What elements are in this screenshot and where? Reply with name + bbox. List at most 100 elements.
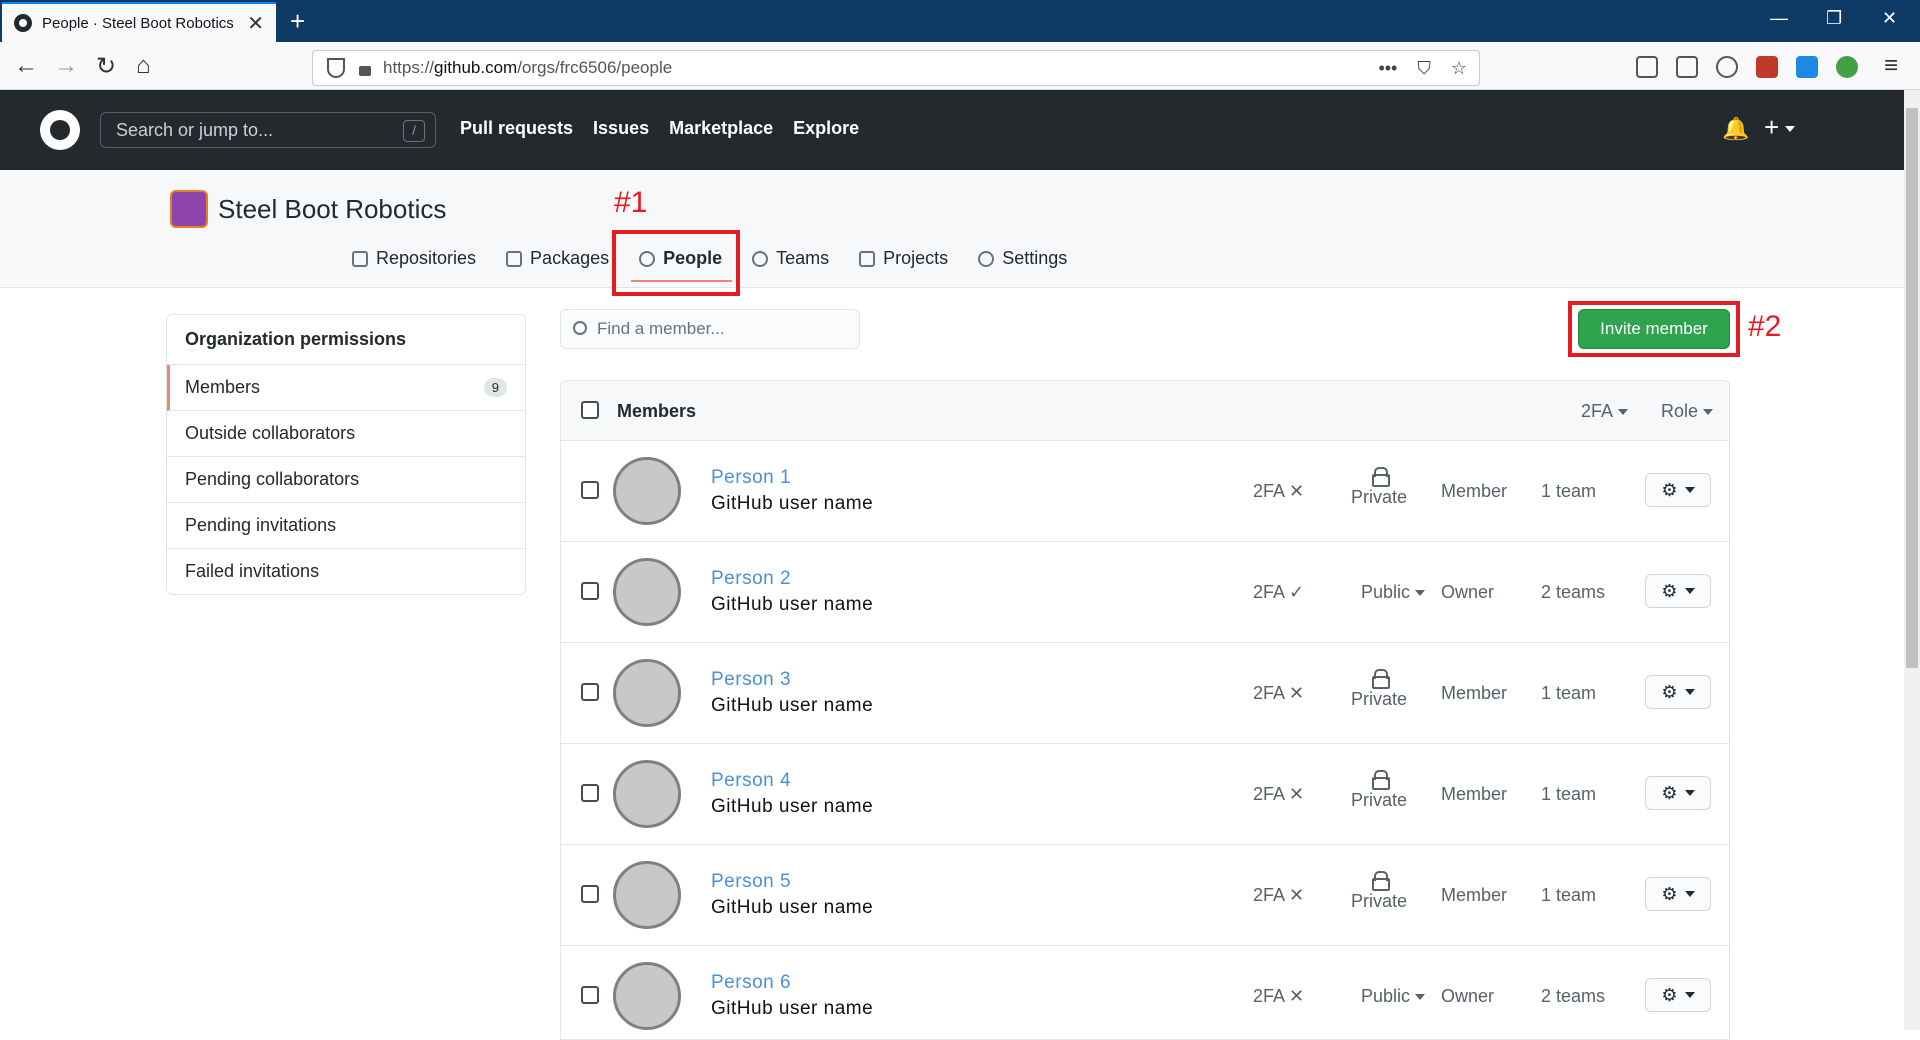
back-icon[interactable]: ← (14, 52, 38, 80)
nav-pull-requests[interactable]: Pull requests (460, 118, 573, 139)
tab-repositories[interactable]: Repositories (352, 248, 476, 269)
browser-tab[interactable]: People · Steel Boot Robotics ✕ (2, 2, 276, 42)
invite-member-button[interactable]: Invite member (1578, 309, 1730, 349)
row-checkbox[interactable] (581, 481, 599, 499)
tab-packages[interactable]: Packages (506, 248, 609, 269)
find-member-input[interactable]: Find a member... (560, 309, 860, 349)
member-name-link[interactable]: Person 1 (711, 467, 791, 489)
member-settings-button[interactable]: ⚙ (1645, 776, 1711, 810)
chevron-down-icon (1684, 689, 1695, 695)
search-placeholder: Search or jump to... (116, 120, 274, 140)
member-settings-button[interactable]: ⚙ (1645, 877, 1711, 911)
org-avatar[interactable] (170, 190, 208, 228)
row-checkbox[interactable] (581, 885, 599, 903)
create-new-button[interactable]: + (1764, 112, 1796, 143)
avatar[interactable] (613, 457, 681, 525)
minimize-window-icon[interactable]: — (1770, 8, 1788, 29)
pocket-icon[interactable]: ⛉ (1417, 58, 1431, 79)
sidebar-item-pending-collaborators[interactable]: Pending collaborators (167, 457, 525, 503)
restore-window-icon[interactable]: ❐ (1826, 8, 1842, 29)
repo-icon (352, 250, 368, 267)
sidebar-item-failed-invitations[interactable]: Failed invitations (167, 549, 525, 594)
row-checkbox[interactable] (581, 582, 599, 600)
scrollbar-thumb[interactable] (1906, 108, 1918, 668)
visibility-status: Private (1343, 669, 1415, 710)
sidebar-item-label: Pending collaborators (185, 469, 360, 489)
tab-teams[interactable]: Teams (752, 248, 829, 269)
member-settings-button[interactable]: ⚙ (1645, 574, 1711, 608)
member-settings-button[interactable]: ⚙ (1645, 978, 1711, 1012)
avatar[interactable] (613, 558, 681, 626)
avatar[interactable] (613, 659, 681, 727)
member-settings-button[interactable]: ⚙ (1645, 473, 1711, 507)
member-teams[interactable]: 1 team (1541, 481, 1596, 502)
sidebar-item-pending-invitations[interactable]: Pending invitations (167, 503, 525, 549)
extension-s-icon[interactable] (1796, 56, 1818, 78)
role-filter-label: Role (1661, 401, 1699, 421)
sidebar-icon[interactable] (1676, 56, 1698, 78)
member-name-link[interactable]: Person 3 (711, 669, 791, 691)
row-checkbox[interactable] (581, 986, 599, 1004)
lock-icon[interactable] (359, 66, 371, 76)
reload-icon[interactable]: ↻ (96, 52, 116, 81)
chevron-down-icon (1684, 891, 1695, 897)
avatar[interactable] (613, 760, 681, 828)
tab-projects[interactable]: Projects (859, 248, 948, 269)
close-window-icon[interactable]: ✕ (1882, 8, 1897, 29)
avatar[interactable] (613, 861, 681, 929)
nav-explore[interactable]: Explore (793, 118, 859, 139)
avatar[interactable] (613, 962, 681, 1030)
github-logo-icon[interactable] (40, 110, 80, 150)
new-tab-button[interactable]: + (290, 6, 305, 37)
row-checkbox[interactable] (581, 784, 599, 802)
tracking-shield-icon[interactable] (327, 58, 345, 78)
gear-icon: ⚙ (1661, 681, 1678, 702)
member-teams[interactable]: 2 teams (1541, 582, 1605, 603)
member-name-link[interactable]: Person 5 (711, 871, 791, 893)
menu-icon[interactable]: ≡ (1884, 52, 1898, 80)
member-teams[interactable]: 1 team (1541, 683, 1596, 704)
tab-close-icon[interactable]: ✕ (247, 11, 264, 36)
members-table-header: Members 2FA Role (561, 381, 1729, 441)
extension-icon[interactable] (1756, 56, 1778, 78)
sidebar-item-outside-collaborators[interactable]: Outside collaborators (167, 411, 525, 457)
org-permissions-sidebar: Organization permissions Members 9 Outsi… (166, 314, 526, 595)
sidebar-heading: Organization permissions (167, 315, 525, 365)
tab-label: Projects (883, 248, 949, 268)
member-teams[interactable]: 1 team (1541, 784, 1596, 805)
nav-marketplace[interactable]: Marketplace (669, 118, 773, 139)
member-name-link[interactable]: Person 2 (711, 568, 791, 590)
member-teams[interactable]: 1 team (1541, 885, 1596, 906)
select-all-checkbox[interactable] (581, 401, 599, 419)
search-input[interactable]: Search or jump to... / (100, 112, 436, 148)
org-name[interactable]: Steel Boot Robotics (218, 194, 446, 225)
role-filter[interactable]: Role (1661, 401, 1714, 422)
annotation-box-1 (612, 230, 740, 296)
member-name-link[interactable]: Person 4 (711, 770, 791, 792)
annotation-label-2: #2 (1748, 310, 1782, 343)
sidebar-item-members[interactable]: Members 9 (167, 365, 525, 411)
url-bar[interactable]: https://github.com/orgs/frc6506/people •… (312, 50, 1480, 86)
twofa-filter[interactable]: 2FA (1581, 401, 1629, 422)
gear-icon: ⚙ (1661, 782, 1678, 803)
visibility-dropdown[interactable]: Public (1361, 582, 1426, 603)
member-teams[interactable]: 2 teams (1541, 986, 1605, 1007)
browser-tab-bar: People · Steel Boot Robotics ✕ + — ❐ ✕ (0, 0, 1920, 42)
bookmark-star-icon[interactable]: ☆ (1451, 58, 1467, 79)
tab-settings[interactable]: Settings (978, 248, 1067, 269)
account-icon[interactable] (1716, 56, 1738, 78)
page-actions-icon[interactable]: ••• (1378, 58, 1397, 79)
library-icon[interactable] (1636, 56, 1658, 78)
notifications-bell-icon[interactable]: 🔔 (1722, 116, 1749, 142)
table-row: Person 6 GitHub user name 2FA ✕ Public O… (561, 946, 1729, 1039)
nav-issues[interactable]: Issues (593, 118, 649, 139)
member-name-link[interactable]: Person 6 (711, 972, 791, 994)
row-checkbox[interactable] (581, 683, 599, 701)
home-icon[interactable]: ⌂ (136, 52, 151, 80)
extension-green-icon[interactable] (1836, 56, 1858, 78)
visibility-dropdown[interactable]: Public (1361, 986, 1426, 1007)
forward-icon[interactable]: → (54, 52, 78, 80)
member-settings-button[interactable]: ⚙ (1645, 675, 1711, 709)
tab-label: Repositories (376, 248, 477, 268)
sidebar-item-label: Outside collaborators (185, 423, 356, 443)
